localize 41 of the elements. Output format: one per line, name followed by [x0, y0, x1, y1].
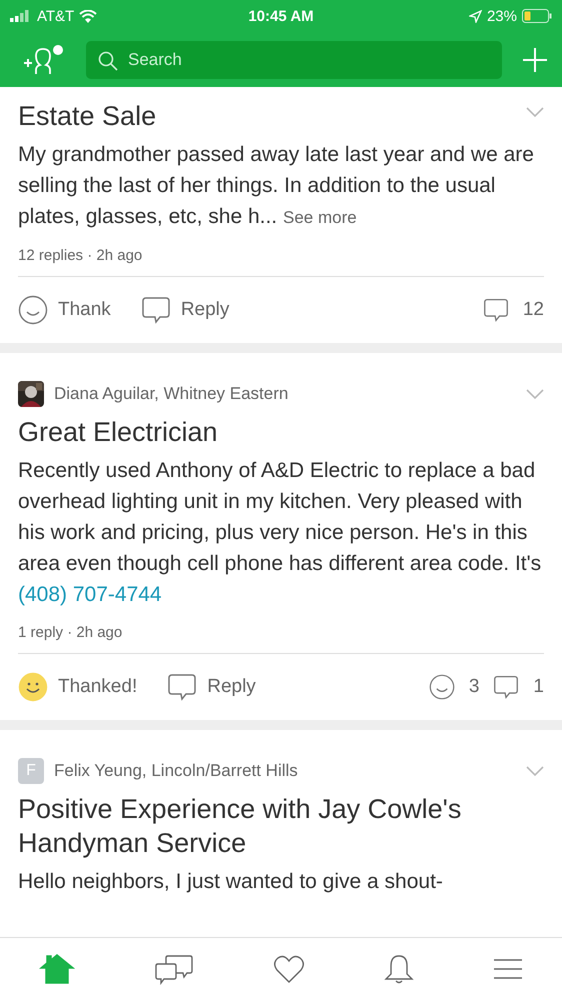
battery-icon — [522, 9, 552, 23]
post-author: Diana Aguilar, Whitney Eastern — [54, 384, 290, 404]
speech-bubble-icon — [493, 674, 520, 700]
chevron-down-icon[interactable] — [526, 107, 544, 118]
reply-button[interactable]: Reply — [140, 295, 230, 325]
menu-icon — [492, 958, 523, 980]
see-more-link[interactable]: See more — [282, 208, 357, 227]
post-meta: 12 replies · 2h ago — [18, 247, 142, 264]
smiley-icon — [428, 674, 455, 700]
home-icon — [39, 953, 76, 985]
chat-bubbles-icon — [154, 953, 194, 985]
thanks-count: 3 — [468, 676, 480, 698]
chevron-down-icon[interactable] — [526, 766, 544, 776]
chevron-down-icon[interactable] — [526, 388, 544, 400]
reply-button[interactable]: Reply — [167, 672, 256, 702]
thank-button[interactable]: Thanked! — [18, 672, 138, 702]
reply-count: 12 — [522, 299, 544, 321]
speech-bubble-icon — [140, 295, 171, 325]
post-title[interactable]: Estate Sale — [18, 99, 526, 133]
wifi-icon — [79, 10, 98, 22]
post-body: My grandmother passed away late last year and we are selling the last of her things. In addition to the usual plates, glasses, etc, she h... See more — [18, 142, 535, 230]
post-meta: 1 reply · 2h ago — [18, 624, 122, 641]
search-field[interactable]: Search — [86, 40, 502, 78]
post-author: Felix Yeung, Lincoln/Barrett Hills — [54, 761, 299, 781]
thank-button[interactable]: Thank — [18, 295, 111, 325]
plus-icon[interactable] — [522, 46, 548, 72]
speech-bubble-icon — [482, 297, 509, 323]
post-body: Hello neighbors, I just wanted to give a shout- — [18, 869, 444, 895]
location-arrow-icon — [468, 10, 482, 22]
speech-bubble-icon — [167, 672, 198, 702]
add-neighbor-icon[interactable] — [22, 44, 66, 76]
status-time: 10:45 AM — [248, 8, 314, 24]
phone-link[interactable]: (408) 707-4744 — [18, 583, 162, 606]
bell-icon — [384, 953, 414, 985]
carrier-name: AT&T — [37, 8, 74, 24]
post-body: Recently used Anthony of A&D Electric to replace a bad overhead lighting unit in my kitchen. Very pleased with his work and pricing, plus very nice person. He's in this area even though cell phone has different area code. It's (408) 707-4744 — [18, 458, 542, 608]
post-title[interactable]: Positive Experience with Jay Cowle's Handyman Service — [18, 792, 544, 860]
reply-count: 1 — [533, 676, 544, 698]
heart-icon — [272, 954, 305, 984]
post-title[interactable]: Great Electrician — [18, 415, 544, 449]
battery-percent: 23% — [486, 8, 517, 24]
